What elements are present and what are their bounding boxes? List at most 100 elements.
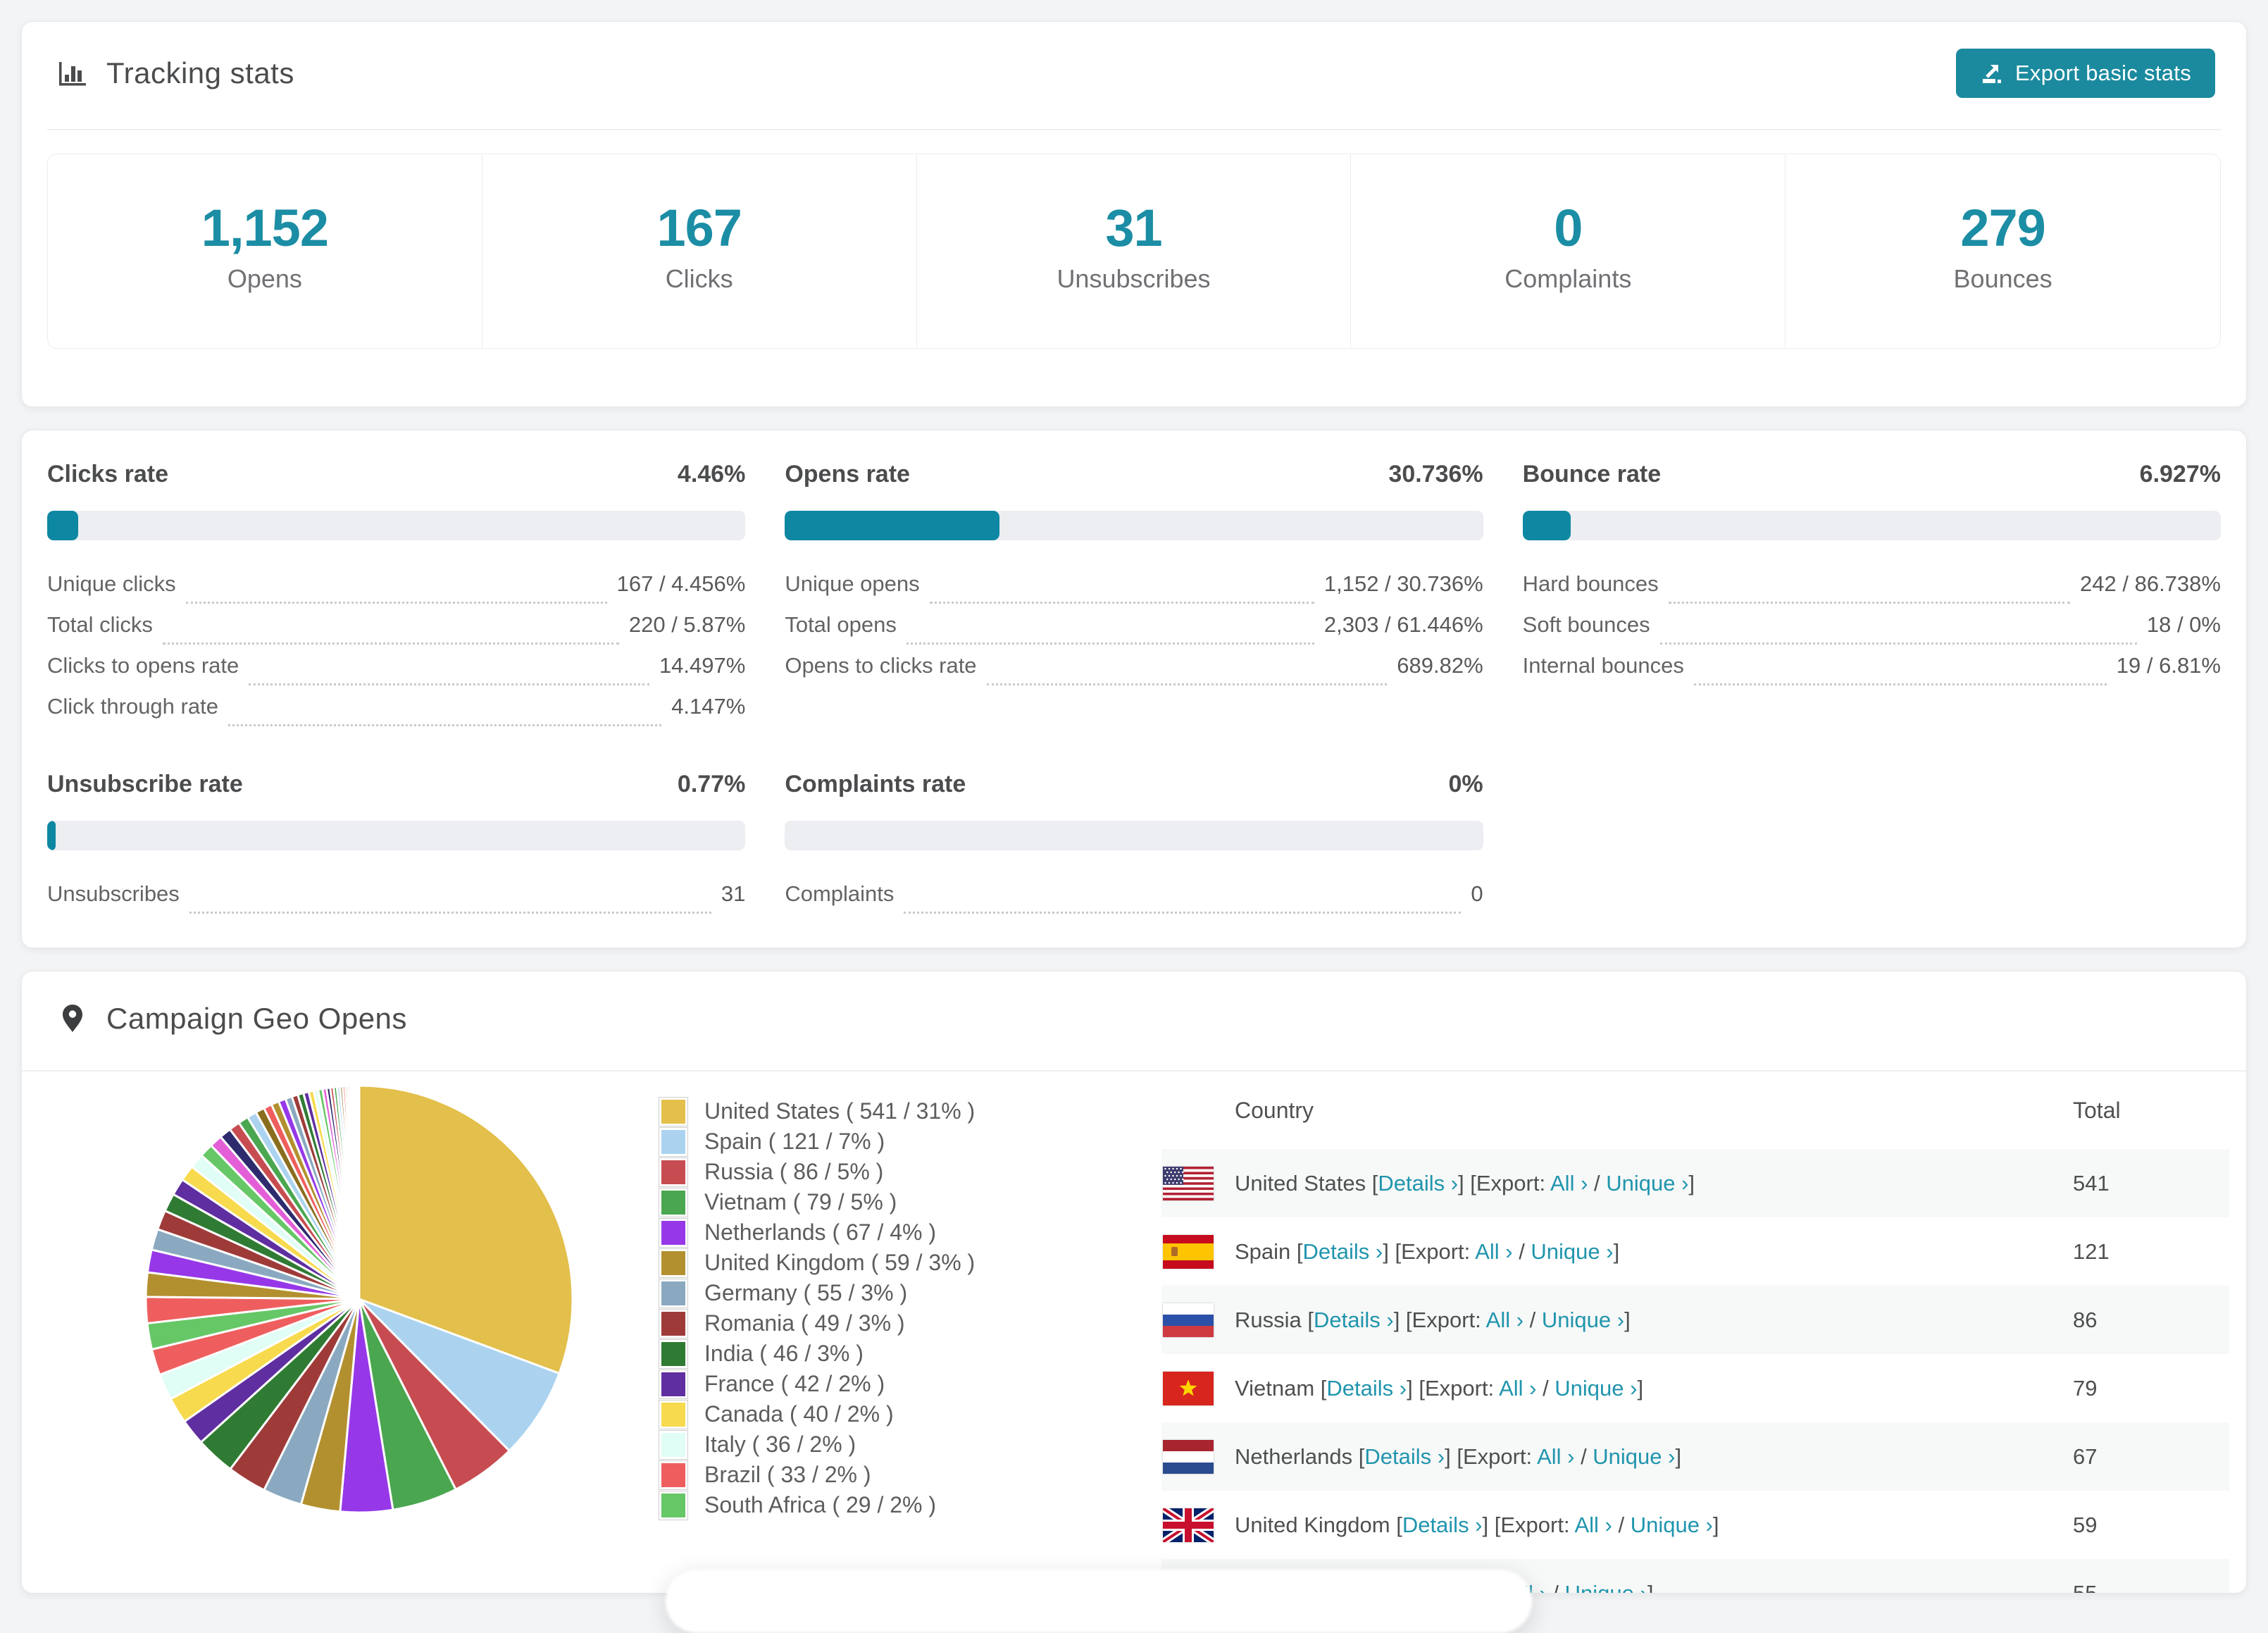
geo-row-united-states: United States [Details ›] [Export: All ›… [1161, 1149, 2229, 1217]
rate-value: 0.77% [677, 771, 746, 797]
progress-bar [785, 511, 1483, 540]
rate-row-opens-to-clicks-rate: Opens to clicks rate 689.82% [785, 653, 1483, 694]
rate-value: 30.736% [1388, 461, 1483, 488]
export-unique-link-netherlands[interactable]: Unique › [1593, 1444, 1675, 1469]
flag-us-icon [1163, 1166, 1214, 1200]
legend-item-south-africa[interactable]: South Africa ( 29 / 2% ) [659, 1490, 975, 1520]
export-unique-link-spain[interactable]: Unique › [1531, 1239, 1613, 1264]
legend-label: Brazil ( 33 / 2% ) [704, 1462, 871, 1487]
total-cell: 541 [2073, 1170, 2110, 1196]
details-link-united-states[interactable]: Details › [1378, 1171, 1458, 1196]
map-pin-icon [63, 1005, 82, 1032]
rate-row-label: Click through rate [47, 694, 218, 719]
dotted-leader [228, 724, 662, 726]
legend-item-russia[interactable]: Russia ( 86 / 5% ) [659, 1157, 975, 1187]
campaign-geo-opens-card: Campaign Geo Opens United States ( 541 /… [21, 971, 2247, 1594]
export-all-link-united-states[interactable]: All › [1550, 1171, 1588, 1196]
legend-label: Spain ( 121 / 7% ) [704, 1129, 885, 1154]
export-all-link-netherlands[interactable]: All › [1537, 1444, 1574, 1469]
rate-row-value: 242 / 86.738% [2080, 571, 2221, 596]
progress-bar [1522, 511, 2221, 540]
dotted-leader [906, 642, 1314, 645]
rate-row-value: 0 [1471, 881, 1483, 906]
rate-row-internal-bounces: Internal bounces 19 / 6.81% [1523, 653, 2221, 694]
country-cell: United Kingdom [Details ›] [Export: All … [1235, 1512, 1719, 1537]
rate-row-label: Hard bounces [1522, 571, 1659, 596]
geo-table-header: Country Total [1161, 1072, 2229, 1149]
export-all-link-russia[interactable]: All › [1486, 1308, 1524, 1332]
legend-label: France ( 42 / 2% ) [704, 1371, 885, 1396]
rate-row-unique-clicks: Unique clicks 167 / 4.456% [47, 571, 745, 612]
export-basic-stats-button[interactable]: Export basic stats [1955, 49, 2215, 98]
export-unique-link-vietnam[interactable]: Unique › [1554, 1376, 1637, 1401]
export-all-link-spain[interactable]: All › [1475, 1239, 1512, 1264]
legend-item-canada[interactable]: Canada ( 40 / 2% ) [659, 1399, 975, 1429]
legend-item-united-kingdom[interactable]: United Kingdom ( 59 / 3% ) [659, 1248, 975, 1278]
details-link-russia[interactable]: Details › [1314, 1308, 1394, 1332]
legend-item-germany[interactable]: Germany ( 55 / 3% ) [659, 1278, 975, 1308]
rate-row-value: 14.497% [659, 653, 746, 678]
legend-item-netherlands[interactable]: Netherlands ( 67 / 4% ) [659, 1217, 975, 1248]
geo-row-netherlands: Netherlands [Details ›] [Export: All › /… [1161, 1422, 2229, 1491]
rate-row-total-clicks: Total clicks 220 / 5.87% [47, 612, 745, 653]
legend-item-india[interactable]: India ( 46 / 3% ) [659, 1339, 975, 1369]
legend-item-romania[interactable]: Romania ( 49 / 3% ) [659, 1308, 975, 1339]
details-link-united-kingdom[interactable]: Details › [1402, 1513, 1483, 1537]
section-clicks-rate: Clicks rate 4.46% Unique clicks 167 / 4.… [47, 460, 746, 735]
flag-gb-icon [1163, 1508, 1214, 1542]
dotted-leader [162, 642, 619, 645]
legend-item-italy[interactable]: Italy ( 36 / 2% ) [659, 1429, 975, 1460]
legend-label: Canada ( 40 / 2% ) [704, 1401, 894, 1427]
legend-item-vietnam[interactable]: Vietnam ( 79 / 5% ) [659, 1187, 975, 1217]
legend-item-brazil[interactable]: Brazil ( 33 / 2% ) [659, 1460, 975, 1490]
page-title: Tracking stats [106, 56, 294, 89]
country-column-header: Country [1235, 1097, 1314, 1123]
dotted-leader [986, 683, 1388, 685]
flag-ru-icon [1163, 1303, 1214, 1337]
rate-title: Opens rate [785, 461, 910, 488]
section-bounce-rate: Bounce rate 6.927% Hard bounces 242 / 86… [1522, 460, 2221, 735]
rate-row-value: 18 / 0% [2146, 612, 2221, 637]
details-link-spain[interactable]: Details › [1303, 1239, 1383, 1264]
geo-row-united-kingdom: United Kingdom [Details ›] [Export: All … [1161, 1491, 2229, 1559]
legend-swatch [659, 1278, 688, 1308]
total-cell: 79 [2073, 1375, 2098, 1401]
legend-label: India ( 46 / 3% ) [704, 1341, 864, 1366]
export-unique-link-germany[interactable]: Unique › [1565, 1581, 1647, 1594]
stat-label: Bounces [1953, 264, 2052, 293]
geo-opens-pie-chart[interactable] [141, 1081, 578, 1517]
details-link-vietnam[interactable]: Details › [1326, 1376, 1407, 1401]
rate-row-soft-bounces: Soft bounces 18 / 0% [1523, 612, 2221, 653]
legend-swatch [659, 1157, 688, 1187]
legend-item-united-states[interactable]: United States ( 541 / 31% ) [659, 1096, 975, 1126]
total-cell: 67 [2073, 1443, 2098, 1469]
stat-unsubscribes: 31 Unsubscribes [917, 154, 1352, 348]
legend-item-france[interactable]: France ( 42 / 2% ) [659, 1369, 975, 1399]
rate-title: Clicks rate [47, 461, 168, 488]
legend-swatch [659, 1490, 688, 1520]
dotted-leader [185, 602, 607, 604]
rate-row-label: Complaints [785, 881, 895, 906]
legend-swatch [659, 1460, 688, 1490]
rate-row-unique-opens: Unique opens 1,152 / 30.736% [785, 571, 1483, 612]
export-unique-link-russia[interactable]: Unique › [1542, 1308, 1624, 1332]
rate-row-value: 167 / 4.456% [616, 571, 746, 596]
export-button-label: Export basic stats [2014, 61, 2191, 85]
details-link-netherlands[interactable]: Details › [1364, 1444, 1445, 1469]
rate-row-click-through-rate: Click through rate 4.147% [47, 694, 745, 735]
export-icon [1982, 65, 2001, 83]
dotted-leader [904, 912, 1462, 914]
export-unique-link-united-kingdom[interactable]: Unique › [1631, 1513, 1713, 1537]
rate-value: 6.927% [2139, 461, 2221, 488]
export-all-link-vietnam[interactable]: All › [1499, 1376, 1536, 1401]
header-divider [47, 129, 2221, 130]
stat-label: Unsubscribes [1057, 264, 1211, 293]
legend-item-spain[interactable]: Spain ( 121 / 7% ) [659, 1126, 975, 1157]
legend-label: Vietnam ( 79 / 5% ) [704, 1189, 897, 1215]
export-unique-link-united-states[interactable]: Unique › [1606, 1171, 1688, 1196]
stat-label: Complaints [1504, 264, 1632, 293]
export-all-link-united-kingdom[interactable]: All › [1574, 1513, 1612, 1537]
rate-row-value: 4.147% [671, 694, 746, 719]
stats-summary: 1,152 Opens 167 Clicks 31 Unsubscribes 0… [47, 154, 2221, 349]
legend-label: Netherlands ( 67 / 4% ) [704, 1219, 937, 1245]
